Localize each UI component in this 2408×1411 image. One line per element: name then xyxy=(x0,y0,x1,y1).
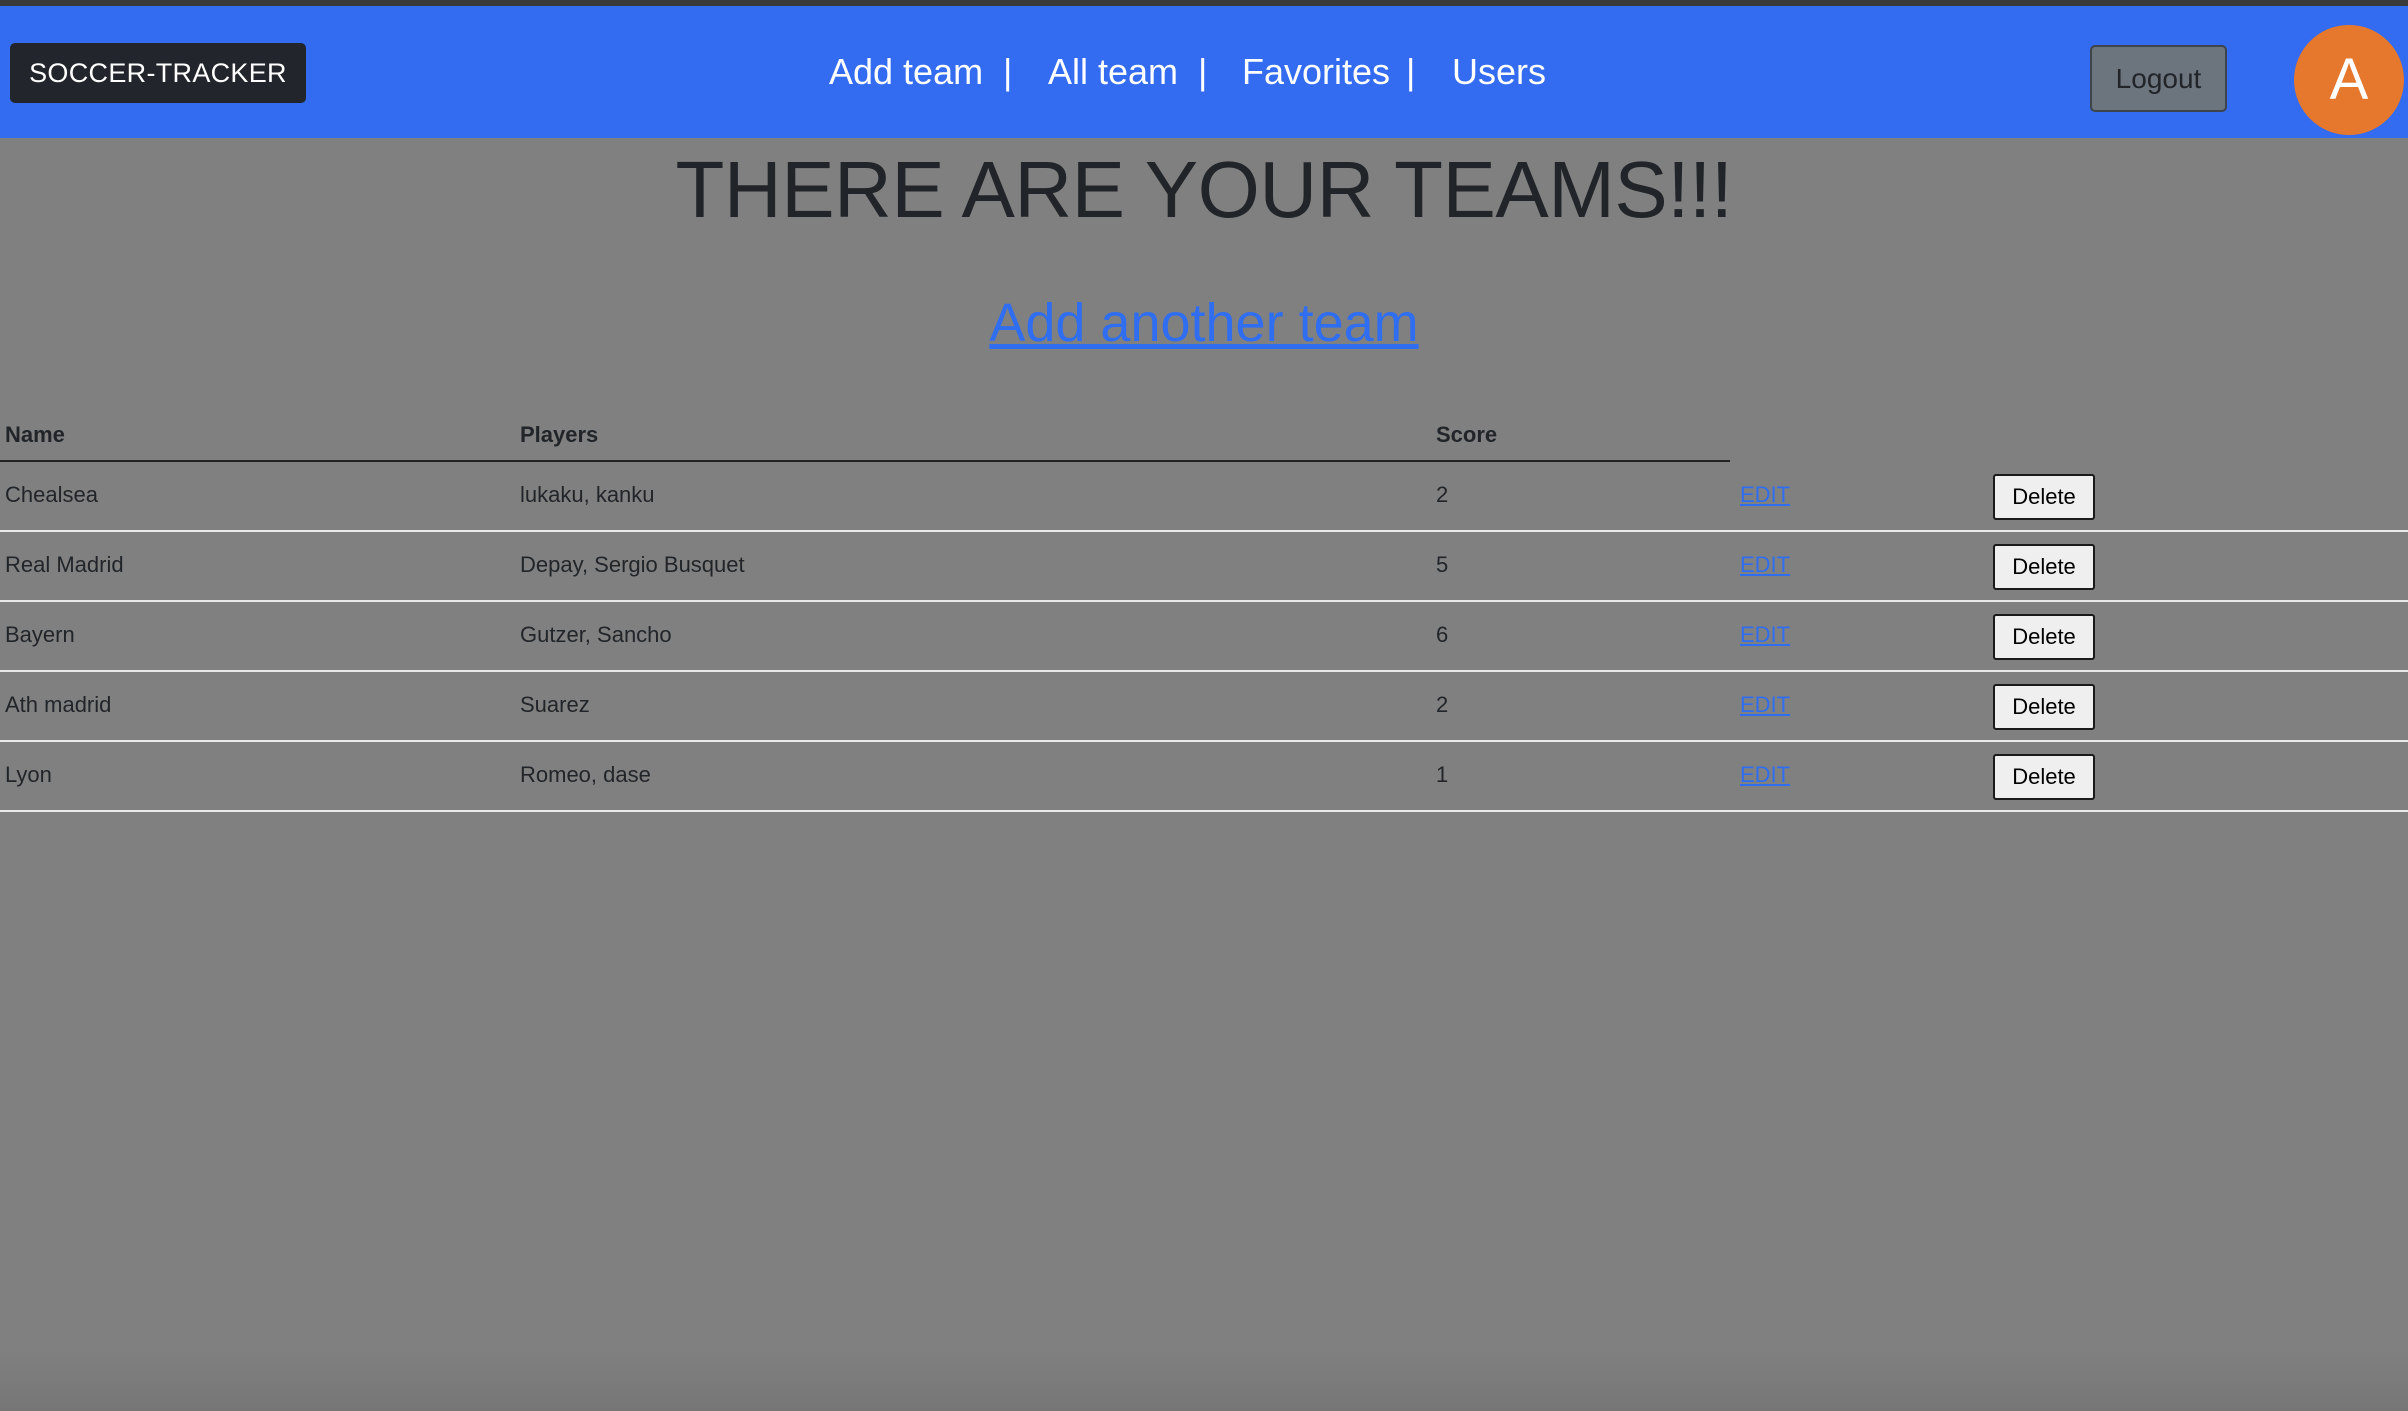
table-row: Ath madrid Suarez 2 EDIT Delete xyxy=(0,672,2408,742)
team-players: Romeo, dase xyxy=(520,762,651,787)
edit-link[interactable]: EDIT xyxy=(1740,552,1790,578)
table-row: Lyon Romeo, dase 1 EDIT Delete xyxy=(0,742,2408,812)
delete-button[interactable]: Delete xyxy=(1993,754,2095,800)
team-players: Suarez xyxy=(520,692,590,717)
add-another-team-container: Add another team xyxy=(0,290,2408,356)
column-header-name: Name xyxy=(5,422,65,447)
page-title: THERE ARE YOUR TEAMS!!! xyxy=(675,145,1733,234)
logout-button[interactable]: Logout xyxy=(2090,45,2227,112)
delete-button[interactable]: Delete xyxy=(1993,474,2095,520)
team-players: lukaku, kanku xyxy=(520,482,655,507)
nav-link-users[interactable]: Users xyxy=(1452,46,1546,98)
table-header: Name Players Score xyxy=(0,410,2408,462)
edit-link[interactable]: EDIT xyxy=(1740,622,1790,648)
add-another-team-link[interactable]: Add another team xyxy=(989,293,1418,353)
team-score: 2 xyxy=(1436,482,1449,507)
team-score: 6 xyxy=(1436,622,1449,647)
edit-link[interactable]: EDIT xyxy=(1740,692,1790,718)
delete-button[interactable]: Delete xyxy=(1993,684,2095,730)
edit-link[interactable]: EDIT xyxy=(1740,482,1790,508)
teams-table: Name Players Score Chealsea lukaku, kank… xyxy=(0,410,2408,812)
brand-button[interactable]: SOCCER-TRACKER xyxy=(10,43,306,103)
column-header-players: Players xyxy=(520,422,599,447)
team-name: Lyon xyxy=(5,762,52,787)
table-row: Real Madrid Depay, Sergio Busquet 5 EDIT… xyxy=(0,532,2408,602)
team-name: Ath madrid xyxy=(5,692,112,717)
team-players: Depay, Sergio Busquet xyxy=(520,552,745,577)
team-score: 5 xyxy=(1436,552,1449,577)
team-name: Real Madrid xyxy=(5,552,124,577)
nav-link-all-team[interactable]: All team xyxy=(1048,46,1178,98)
team-name: Bayern xyxy=(5,622,75,647)
navbar: SOCCER-TRACKER Logout A xyxy=(0,6,2408,138)
team-score: 1 xyxy=(1436,762,1449,787)
team-players: Gutzer, Sancho xyxy=(520,622,672,647)
team-score: 2 xyxy=(1436,692,1449,717)
team-name: Chealsea xyxy=(5,482,98,507)
edit-link[interactable]: EDIT xyxy=(1740,762,1790,788)
table-row: Bayern Gutzer, Sancho 6 EDIT Delete xyxy=(0,602,2408,672)
nav-link-add-team[interactable]: Add team xyxy=(829,46,983,98)
nav-link-favorites[interactable]: Favorites xyxy=(1242,46,1390,98)
table-row: Chealsea lukaku, kanku 2 EDIT Delete xyxy=(0,462,2408,532)
user-avatar[interactable]: A xyxy=(2294,25,2404,135)
delete-button[interactable]: Delete xyxy=(1993,614,2095,660)
column-header-score: Score xyxy=(1436,422,1498,447)
delete-button[interactable]: Delete xyxy=(1993,544,2095,590)
bottom-shade xyxy=(0,1350,2408,1411)
